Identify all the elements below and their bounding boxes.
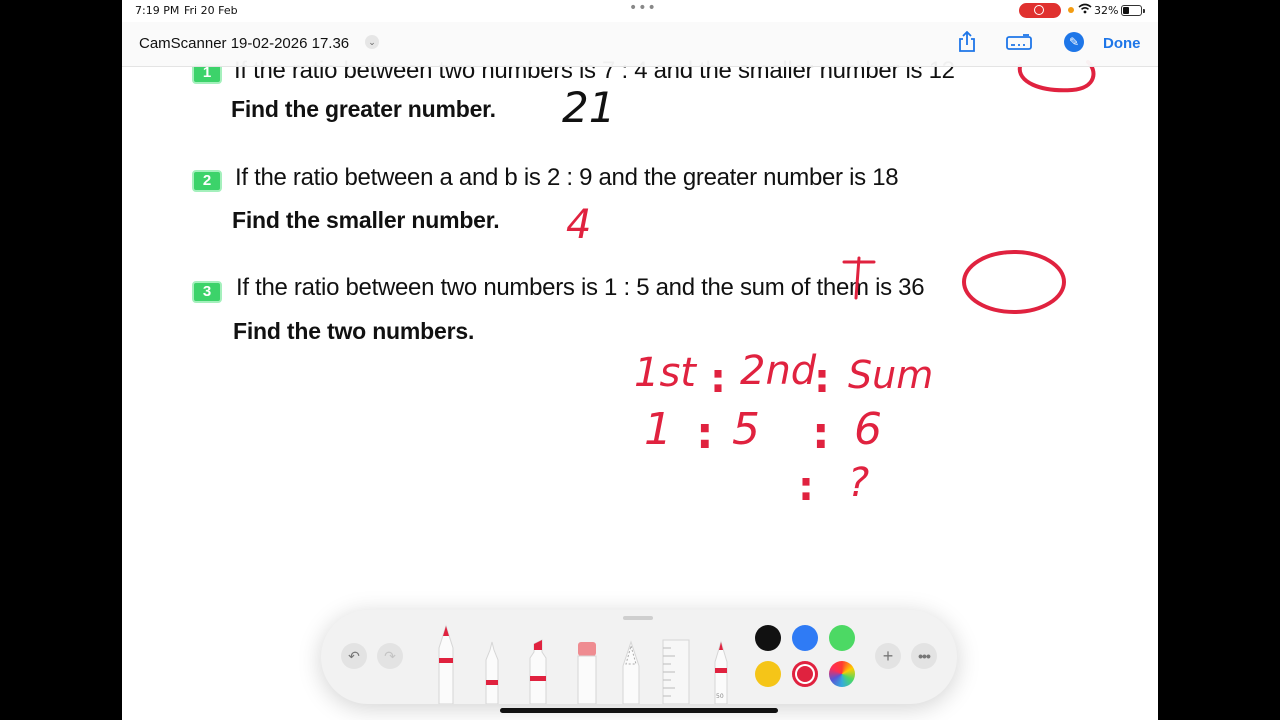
done-button[interactable]: Done bbox=[1103, 35, 1141, 52]
battery-icon bbox=[1121, 5, 1145, 16]
lasso-tool[interactable] bbox=[620, 640, 642, 704]
color-picker-multicolor[interactable] bbox=[829, 661, 855, 687]
add-button[interactable]: + bbox=[875, 643, 901, 669]
more-options-button[interactable]: ••• bbox=[911, 643, 937, 669]
marker-tool[interactable] bbox=[526, 638, 550, 704]
plus-mark bbox=[842, 256, 876, 300]
microphone-indicator-icon bbox=[1068, 7, 1074, 13]
undo-button[interactable]: ↶ bbox=[341, 643, 367, 669]
color-swatch-red-selected[interactable] bbox=[792, 661, 818, 687]
ruler-tool[interactable] bbox=[661, 638, 691, 704]
color-swatch-blue[interactable] bbox=[792, 625, 818, 651]
wifi-icon bbox=[1078, 3, 1092, 17]
circle-mark-q3 bbox=[962, 250, 1066, 314]
pen-circle-icon[interactable]: ✎ bbox=[1064, 32, 1084, 52]
screen-recording-icon[interactable] bbox=[1019, 3, 1061, 18]
color-swatch-black[interactable] bbox=[755, 625, 781, 651]
row2-colon-2: : bbox=[812, 408, 830, 459]
row3-question: ? bbox=[848, 460, 869, 506]
markup-icon[interactable] bbox=[1006, 34, 1032, 50]
chevron-down-icon[interactable]: ⌄ bbox=[365, 35, 379, 49]
label-first: 1st bbox=[634, 350, 697, 396]
svg-text:50: 50 bbox=[716, 693, 724, 700]
row1-colon-1: : bbox=[710, 356, 726, 402]
row2-colon-1: : bbox=[696, 408, 714, 459]
label-second: 2nd bbox=[740, 348, 817, 394]
ipad-screen: 1 If the ratio between two numbers is 7 … bbox=[122, 0, 1158, 720]
home-indicator[interactable] bbox=[500, 708, 778, 713]
status-date: Fri 20 Feb bbox=[184, 4, 238, 17]
pencil-tool[interactable]: 50 bbox=[709, 640, 733, 704]
row3-colon: : bbox=[798, 464, 814, 510]
row1-colon-2: : bbox=[814, 356, 830, 402]
battery-percentage: 32% bbox=[1094, 4, 1119, 17]
share-icon[interactable] bbox=[958, 30, 976, 58]
ratio-sum: 6 bbox=[854, 404, 882, 455]
color-swatch-yellow[interactable] bbox=[755, 661, 781, 687]
ratio-first: 1 bbox=[644, 404, 672, 455]
answer-2-handwriting: 4 bbox=[566, 202, 591, 248]
navigation-bar: CamScanner 19-02-2026 17.36 ⌄ ✎ Done bbox=[122, 22, 1158, 67]
pen-tool[interactable] bbox=[433, 624, 459, 704]
label-sum: Sum bbox=[848, 353, 933, 397]
document-title[interactable]: CamScanner 19-02-2026 17.36 bbox=[139, 35, 349, 52]
redo-button[interactable]: ↷ bbox=[377, 643, 403, 669]
markup-toolbar: ↶ ↷ 50 + ••• bbox=[321, 610, 957, 704]
status-bar: 7:19 PM Fri 20 Feb ••• 32% bbox=[122, 0, 1158, 22]
status-time: 7:19 PM bbox=[135, 4, 180, 17]
toolbar-grabber[interactable] bbox=[623, 616, 653, 620]
eraser-tool[interactable] bbox=[575, 640, 599, 704]
answer-1-handwriting: 21 bbox=[562, 83, 615, 132]
fineliner-tool[interactable] bbox=[481, 640, 503, 704]
color-swatch-green[interactable] bbox=[829, 625, 855, 651]
multitasking-dots-icon[interactable]: ••• bbox=[629, 0, 657, 16]
ratio-second: 5 bbox=[732, 404, 760, 455]
